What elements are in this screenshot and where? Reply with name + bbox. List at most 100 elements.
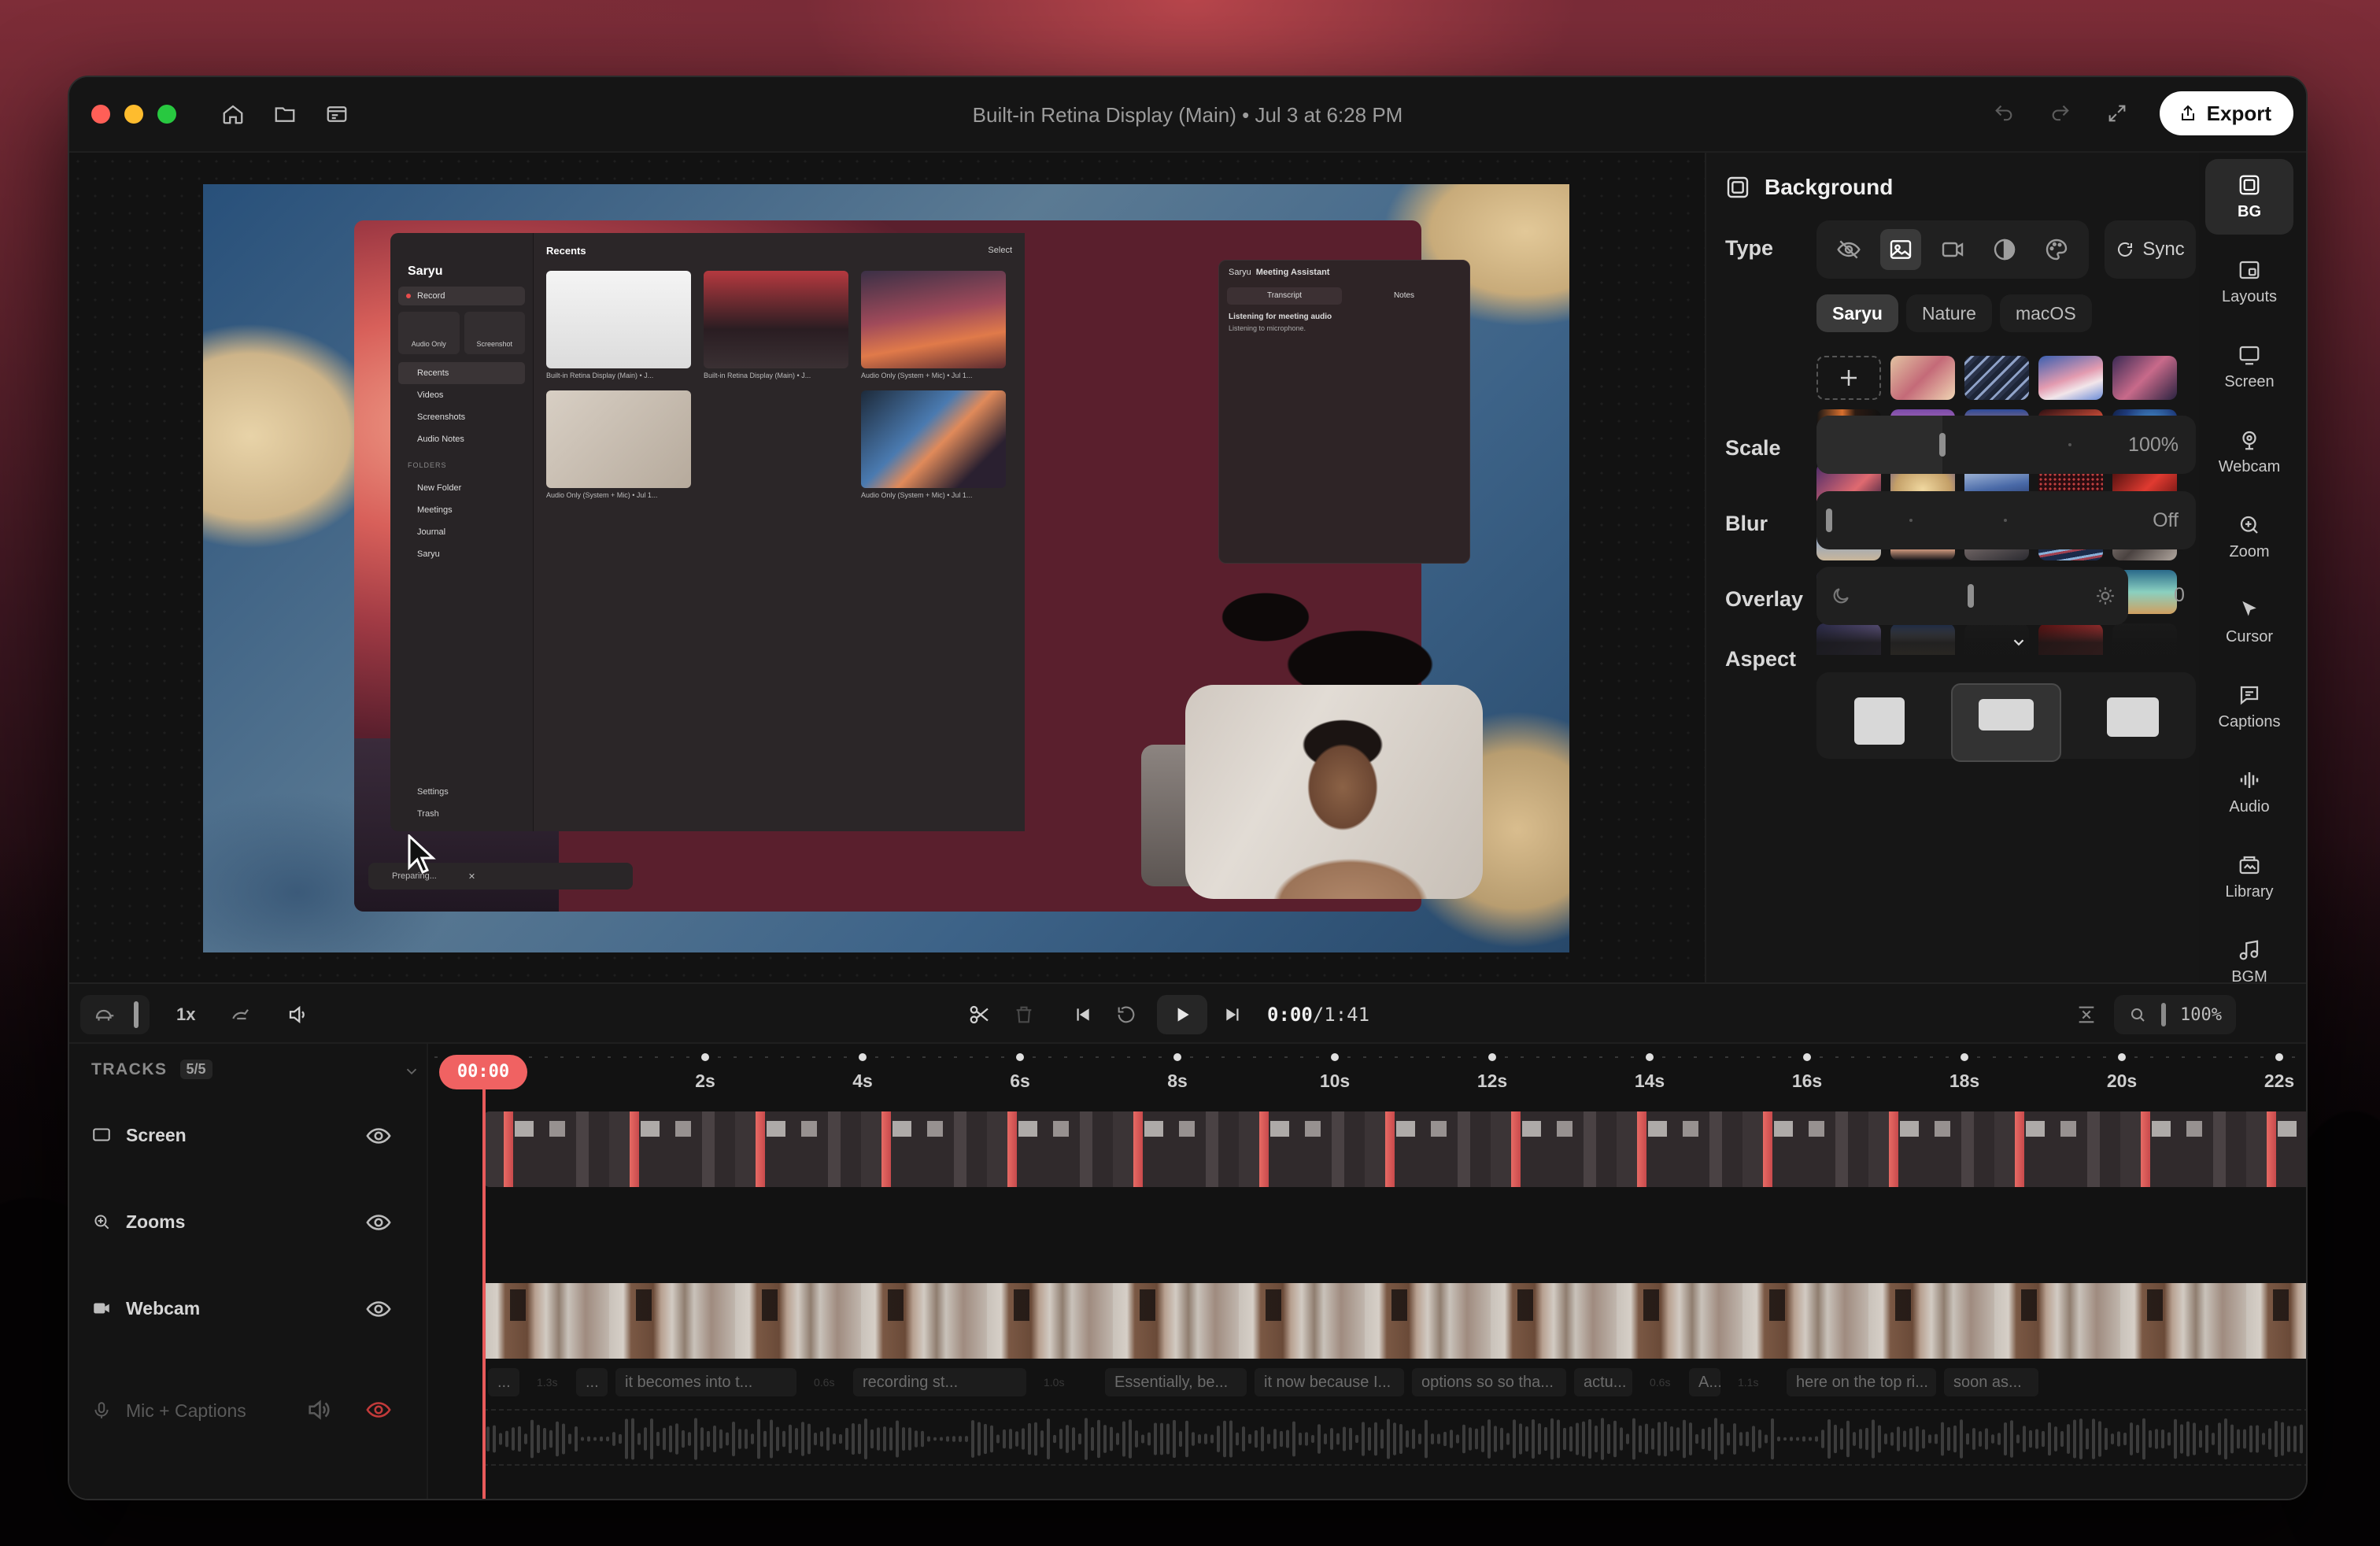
refresh-icon [2118, 242, 2133, 257]
image-type-button[interactable] [1880, 229, 1921, 270]
category-pill-macos[interactable]: macOS [1999, 294, 2092, 332]
search-icon [2131, 1008, 2145, 1022]
timeline-ruler[interactable]: 2s 4s 6s 8s 10s 12s 14s 16s 18s 20s 22s [428, 1044, 2306, 1115]
undo-icon[interactable] [1990, 99, 2018, 128]
redo-icon[interactable] [2046, 99, 2075, 128]
chevron-down-icon[interactable] [2007, 633, 2031, 652]
track-zooms[interactable]: Zooms [91, 1206, 185, 1237]
category-pill-nature[interactable]: Nature [1905, 294, 1992, 332]
rail-item-bg[interactable]: BG [2205, 159, 2293, 235]
blur-slider-handle[interactable] [1826, 509, 1832, 532]
category-pill-saryu[interactable]: Saryu [1816, 294, 1898, 332]
caption-chip[interactable]: ... [576, 1368, 608, 1396]
add-background-button[interactable] [1816, 356, 1881, 400]
trash-icon[interactable] [1011, 1001, 1037, 1028]
turtle-slow-icon[interactable] [91, 1001, 118, 1028]
caption-chip[interactable]: recording st... [853, 1368, 1026, 1396]
volume-icon[interactable] [305, 1396, 332, 1423]
waveform-bar [1009, 1429, 1012, 1449]
video-type-button[interactable] [1932, 229, 1973, 270]
timeline-zoom-control[interactable]: 100% [2114, 995, 2236, 1034]
eye-icon[interactable] [365, 1123, 392, 1149]
rail-item-webcam[interactable]: Webcam [2205, 414, 2293, 490]
track-webcam[interactable]: Webcam [91, 1293, 200, 1324]
gradient-type-button[interactable] [1984, 229, 2025, 270]
play-button[interactable] [1157, 995, 1207, 1034]
library-panel-icon[interactable] [323, 100, 351, 128]
rabbit-fast-icon[interactable] [227, 1001, 253, 1028]
caption-chip[interactable]: it becomes into t... [615, 1368, 796, 1396]
preview-canvas[interactable]: Saryu Record Audio Only Screenshot Recen… [203, 184, 1569, 952]
minimize-window-button[interactable] [124, 105, 143, 124]
waveform-bar [493, 1425, 496, 1453]
rail-item-library[interactable]: Library [2205, 839, 2293, 915]
rail-item-captions[interactable]: Captions [2205, 669, 2293, 745]
caption-chip[interactable]: actu... [1574, 1368, 1632, 1396]
track-mic-captions[interactable]: Mic + Captions [91, 1395, 246, 1426]
rail-item-zoom[interactable]: Zoom [2205, 499, 2293, 575]
background-tile[interactable] [2112, 356, 2177, 400]
hidden-type-button[interactable] [1828, 229, 1869, 270]
export-button[interactable]: Export [2159, 91, 2293, 135]
waveform-bar [1267, 1433, 1270, 1444]
fullscreen-icon[interactable] [2103, 99, 2131, 128]
track-screen[interactable]: Screen [91, 1119, 187, 1151]
caption-chip[interactable]: options so so tha... [1412, 1368, 1566, 1396]
rail-item-screen[interactable]: Screen [2205, 329, 2293, 405]
background-tile[interactable] [2038, 356, 2103, 400]
waveform-bar [1330, 1428, 1333, 1450]
rail-item-audio[interactable]: Audio [2205, 754, 2293, 830]
zoom-window-button[interactable] [157, 105, 176, 124]
sync-button[interactable]: Sync [2105, 220, 2196, 279]
caption-chip[interactable]: soon as... [1944, 1368, 2038, 1396]
chevron-down-icon[interactable] [403, 1063, 420, 1080]
playhead-time[interactable]: 00:00 [439, 1055, 527, 1089]
blur-slider[interactable]: Off [1816, 491, 2196, 549]
eye-off-icon[interactable] [365, 1396, 392, 1423]
waveform-bar [505, 1430, 508, 1448]
skip-forward-icon[interactable] [1220, 1001, 1247, 1028]
color-type-button[interactable] [2036, 229, 2077, 270]
waveform-bar [1261, 1426, 1264, 1452]
recorded-nav-item: Screenshots [417, 412, 466, 422]
scale-slider[interactable]: 100% [1816, 416, 2196, 474]
caption-chip[interactable]: here on the top ri... [1787, 1368, 1936, 1396]
playhead-line[interactable] [482, 1088, 486, 1499]
close-window-button[interactable] [91, 105, 110, 124]
recorded-thumb: Built-in Retina Display (Main) • J... [546, 271, 691, 379]
webcam-overlay[interactable] [1185, 685, 1483, 899]
volume-icon[interactable] [285, 1001, 312, 1028]
audio-waveform[interactable] [483, 1409, 2306, 1466]
eye-icon[interactable] [365, 1296, 392, 1322]
rail-item-cursor[interactable]: Cursor [2205, 584, 2293, 660]
eye-icon[interactable] [365, 1209, 392, 1236]
home-icon[interactable] [219, 100, 247, 128]
speed-slider-handle[interactable] [134, 1001, 139, 1028]
skip-back-icon[interactable] [1069, 1001, 1096, 1028]
background-tile[interactable] [1890, 356, 1955, 400]
zoom-slider-handle[interactable] [2161, 1003, 2166, 1026]
rail-item-layouts[interactable]: Layouts [2205, 244, 2293, 320]
aspect-option-square[interactable] [1824, 683, 1935, 762]
waveform-bar [1620, 1427, 1623, 1451]
waveform-bar [2293, 1426, 2297, 1452]
caption-chip[interactable]: Essentially, be... [1105, 1368, 1247, 1396]
aspect-option-wide[interactable] [1950, 683, 2061, 762]
caption-chip[interactable]: ... [488, 1368, 519, 1396]
playback-speed[interactable]: 1x [176, 1004, 195, 1025]
caption-chip[interactable]: A... [1689, 1368, 1720, 1396]
screen-clip[interactable] [483, 1111, 2306, 1187]
overlay-slider[interactable] [1816, 567, 2128, 625]
waveform-bar [1947, 1426, 1950, 1452]
loop-icon[interactable] [1113, 1001, 1140, 1028]
folder-icon[interactable] [271, 100, 299, 128]
waveform-bar [801, 1422, 804, 1456]
background-tile[interactable] [1964, 356, 2029, 400]
fit-timeline-icon[interactable] [2073, 1001, 2100, 1028]
overlay-slider-handle[interactable] [1968, 584, 1974, 608]
scissors-icon[interactable] [966, 1001, 993, 1028]
aspect-option-standard[interactable] [2078, 683, 2188, 762]
scale-slider-handle[interactable] [1939, 433, 1946, 457]
webcam-clip[interactable] [483, 1283, 2306, 1359]
caption-chip[interactable]: it now because I... [1255, 1368, 1404, 1396]
